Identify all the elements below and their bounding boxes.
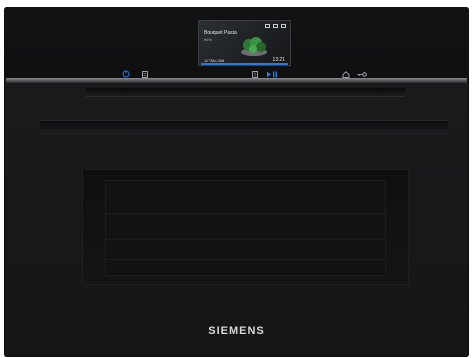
door-icon[interactable] [252,70,258,78]
rack-line [106,239,385,240]
door-handle[interactable] [86,88,405,97]
display-screen[interactable]: Bouquet Pasta 96% 11°/Mo.368 13:21 [198,20,291,66]
oven-body: Bouquet Pasta 96% 11°/Mo.368 13:21 SIEME… [4,7,469,357]
food-icon [241,37,267,56]
progress-bar [201,63,288,65]
control-panel: Bouquet Pasta 96% 11°/Mo.368 13:21 [4,7,469,79]
power-icon[interactable] [122,70,130,78]
brand-logo: SIEMENS [208,325,265,337]
menu-icon[interactable] [142,70,148,78]
home-icon[interactable] [342,70,350,78]
product-photo: Bouquet Pasta 96% 11°/Mo.368 13:21 SIEME… [0,0,473,358]
rack-line [106,259,385,260]
rack-line [106,213,385,214]
key-icon[interactable] [357,70,367,78]
display-title: Bouquet Pasta [204,30,237,36]
display-subtitle: 96% [204,37,213,42]
door-top-frame [40,120,448,135]
oven-window [82,169,409,285]
status-icons [199,21,290,30]
oven-cavity [105,180,386,276]
metal-trim [6,78,467,83]
play-pause-icon[interactable] [266,70,278,78]
